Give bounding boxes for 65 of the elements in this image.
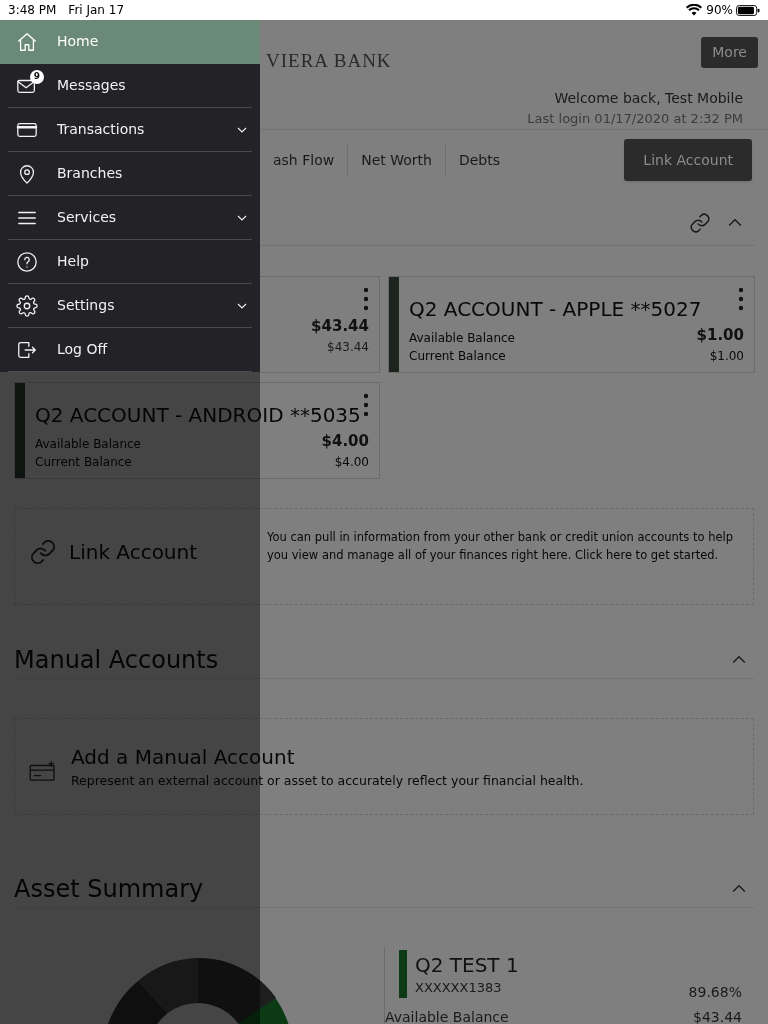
account-name: Q2 ACCOUNT - ANDROID **5035 xyxy=(35,402,361,429)
wifi-icon xyxy=(686,4,703,16)
link-account-title: Link Account xyxy=(69,539,198,566)
menu-item[interactable]: Help xyxy=(0,240,260,283)
tab[interactable]: Debts xyxy=(445,143,513,177)
account-name: Q2 ACCOUNT - APPLE **5027 xyxy=(409,296,702,323)
current-balance-label: Current Balance xyxy=(409,347,506,365)
available-balance-label: Available Balance xyxy=(409,329,515,347)
more-button[interactable]: More xyxy=(701,37,758,68)
menu-label: Help xyxy=(57,252,90,271)
home-icon xyxy=(16,30,38,53)
more-options-icon[interactable] xyxy=(363,287,369,311)
link-account-button[interactable]: Link Account xyxy=(624,139,752,181)
battery-icon xyxy=(736,4,760,16)
more-options-icon[interactable] xyxy=(738,287,744,311)
legend-percent: 89.68% xyxy=(688,983,742,1002)
current-balance-amount: $1.00 xyxy=(709,347,744,365)
menu-item[interactable]: Branches xyxy=(0,152,260,195)
available-balance-amount: $4.00 xyxy=(321,431,369,452)
menu-label: Messages xyxy=(57,76,127,95)
menu-label: Log Off xyxy=(57,340,109,359)
more-options-icon[interactable] xyxy=(363,393,369,417)
welcome-text: Welcome back, Test Mobile xyxy=(554,88,743,108)
status-time: 3:48 PM xyxy=(8,2,57,19)
current-balance-amount: $43.44 xyxy=(327,338,369,356)
menu-label: Transactions xyxy=(57,120,146,139)
add-manual-account-description: Represent an external account or asset to accurately reflect your financial health. xyxy=(71,772,584,791)
available-balance-label: Available Balance xyxy=(35,435,141,453)
menu-item[interactable]: Services xyxy=(0,196,260,239)
help-icon xyxy=(16,250,38,273)
last-login-text: Last login 01/17/2020 at 2:32 PM xyxy=(527,109,743,128)
menu-item[interactable]: Home xyxy=(0,20,260,63)
menu-item[interactable]: Log Off xyxy=(0,328,260,371)
unread-badge: 9 xyxy=(30,69,44,84)
menu-item[interactable]: Settings xyxy=(0,284,260,327)
section-heading: Manual Accounts xyxy=(14,644,219,676)
available-balance-amount: $43.44 xyxy=(311,316,369,337)
menu-label: Home xyxy=(57,32,100,51)
link-icon[interactable] xyxy=(689,211,711,234)
section-heading: Asset Summary xyxy=(14,873,204,905)
legend-account-name: Q2 TEST 1 xyxy=(415,952,519,979)
menu-label: Branches xyxy=(57,164,124,183)
link-account-description: You can pull in information from your other bank or credit union accounts to help you view and manage all of your finances right here. Click here to get started. xyxy=(267,529,734,564)
balance-label: Available Balance xyxy=(385,1008,509,1024)
status-date: Fri Jan 17 xyxy=(68,2,125,19)
link-account-tile[interactable]: Link Account You can pull in information from your other bank or credit union accounts to help you view and manage all of your finances right here. Click here to get started. xyxy=(14,508,754,605)
card-add-icon xyxy=(29,759,57,782)
legend-color-bar xyxy=(399,950,407,998)
current-balance-label: Current Balance xyxy=(35,453,132,471)
account-card[interactable]: Q2 ACCOUNT - APPLE **5027 Available Balance $1.00 Current Balance $1.00 xyxy=(388,276,755,373)
add-manual-account-title: Add a Manual Account xyxy=(71,744,296,772)
balance-amount: $43.44 xyxy=(693,1008,742,1024)
battery-percent: 90% xyxy=(706,2,733,19)
menu-label: Settings xyxy=(57,296,116,315)
menu-label: Services xyxy=(57,208,118,227)
tab[interactable]: ash Flow xyxy=(260,143,348,177)
legend-account-number: XXXXXX1383 xyxy=(415,979,503,997)
menu-item[interactable]: 9 Messages xyxy=(0,64,260,107)
menu-item[interactable]: Transactions xyxy=(0,108,260,151)
account-card[interactable]: Q2 ACCOUNT - ANDROID **5035 Available Balance $4.00 Current Balance $4.00 xyxy=(14,382,380,479)
current-balance-amount: $4.00 xyxy=(334,453,369,471)
settings-icon xyxy=(16,294,38,317)
bank-name: VIERA BANK xyxy=(266,49,392,73)
available-balance-amount: $1.00 xyxy=(696,325,744,346)
tab[interactable]: Net Worth xyxy=(348,143,445,177)
